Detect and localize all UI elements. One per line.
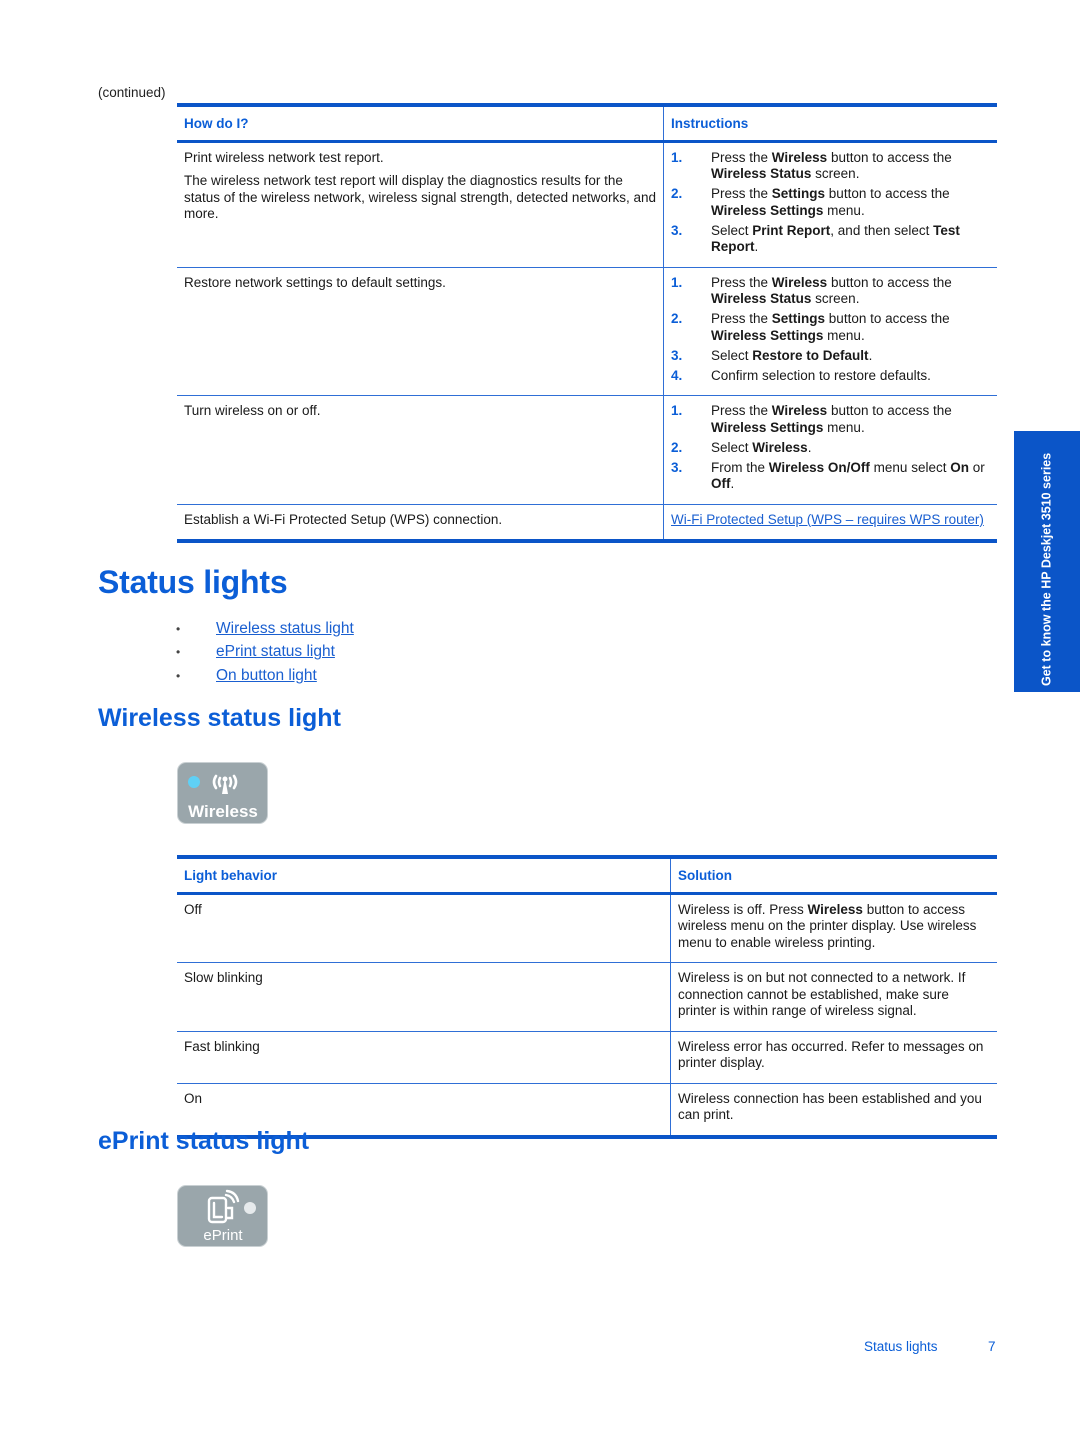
- step-text: Select Restore to Default.: [711, 347, 873, 363]
- howto-row: Print wireless network test report. The w…: [177, 141, 997, 268]
- howto-row: Establish a Wi-Fi Protected Setup (WPS) …: [177, 504, 997, 543]
- instruction-steps: 1. Press the Wireless button to access th…: [671, 275, 990, 385]
- step-number: 2.: [671, 186, 683, 201]
- step-number: 3.: [671, 347, 683, 363]
- light-behavior-cell: Fast blinking: [177, 1031, 671, 1084]
- solution-cell: Wireless error has occurred. Refer to me…: [670, 1031, 997, 1084]
- bullet: •: [176, 645, 181, 660]
- eprint-phone-icon: [207, 1189, 240, 1224]
- instruction-step: 1. Press the Wireless button to access th…: [671, 150, 990, 183]
- footer-page-number: 7: [988, 1339, 996, 1354]
- instruction-step: 1. Press the Wireless button to access th…: [671, 403, 990, 436]
- chapter-side-tab: Get to know the HP Deskjet 3510 series: [1014, 431, 1080, 692]
- step-text: Select Wireless.: [711, 439, 812, 455]
- wireless-indicator-light: [188, 776, 200, 788]
- light-behavior-cell: Off: [177, 893, 671, 963]
- howto-task-cell: Turn wireless on or off.: [177, 395, 664, 505]
- step-text: Press the Wireless button to access the …: [711, 403, 952, 435]
- bullet: •: [176, 621, 181, 636]
- step-text: Press the Wireless button to access the …: [711, 274, 952, 307]
- step-text: Press the Settings button to access the …: [711, 311, 950, 343]
- howto-task-cell: Establish a Wi-Fi Protected Setup (WPS) …: [177, 504, 664, 543]
- howto-instructions-cell: 1. Press the Wireless button to access th…: [663, 395, 997, 505]
- howto-task-cell: Restore network settings to default sett…: [177, 267, 664, 396]
- step-text: Press the Settings button to access the …: [711, 186, 950, 218]
- step-number: 1.: [671, 274, 683, 290]
- light-behavior-row: Fast blinking Wireless error has occurred…: [177, 1031, 997, 1084]
- task-title: Establish a Wi-Fi Protected Setup (WPS) …: [184, 511, 503, 527]
- status-lights-toc: • Wireless status light • ePrint status li…: [176, 617, 354, 688]
- header-light-behavior: Light behavior: [177, 855, 671, 895]
- instruction-steps: 1. Press the Wireless button to access th…: [671, 150, 990, 256]
- step-text: From the Wireless On/Off menu select On …: [711, 459, 985, 492]
- solution-cell: Wireless is off. Press Wireless button t…: [670, 893, 997, 963]
- step-number: 4.: [671, 367, 683, 383]
- toc-link-eprint[interactable]: ePrint status light: [216, 643, 335, 661]
- light-behavior-row: Off Wireless is off. Press Wireless butto…: [177, 893, 997, 963]
- step-number: 3.: [671, 222, 683, 238]
- wireless-light-table: Light behavior Solution Off Wireless is o…: [177, 855, 997, 1139]
- step-number: 2.: [671, 311, 683, 326]
- instruction-step: 3. From the Wireless On/Off menu select O…: [671, 460, 990, 493]
- instruction-step: 4. Confirm selection to restore defaults.: [671, 368, 990, 385]
- howto-row: Turn wireless on or off. 1. Press the Wire…: [177, 395, 997, 505]
- continued-label: (continued): [98, 85, 166, 100]
- step-number: 2.: [671, 439, 683, 455]
- eprint-indicator-light: [244, 1202, 256, 1214]
- toc-item: • On button light: [176, 664, 354, 688]
- footer-section-name: Status lights: [864, 1339, 938, 1354]
- light-behavior-row: Slow blinking Wireless is on but not conn…: [177, 962, 997, 1032]
- task-title: Print wireless network test report.: [184, 149, 384, 165]
- toc-link-on-button[interactable]: On button light: [216, 667, 317, 685]
- bullet: •: [176, 668, 181, 683]
- toc-item: • ePrint status light: [176, 641, 354, 665]
- step-text: Select Print Report, and then select Tes…: [711, 222, 960, 255]
- wireless-button-icon: Wireless: [177, 762, 268, 824]
- instruction-step: 1. Press the Wireless button to access th…: [671, 275, 990, 308]
- howto-row: Restore network settings to default sett…: [177, 267, 997, 396]
- step-text: Press the Wireless button to access the …: [711, 149, 952, 182]
- step-number: 1.: [671, 403, 683, 418]
- task-description: The wireless network test report will di…: [184, 173, 656, 221]
- wps-setup-link[interactable]: Wi-Fi Protected Setup (WPS – requires WP…: [671, 512, 984, 527]
- page-title: Status lights: [98, 564, 288, 600]
- chapter-side-tab-label: Get to know the HP Deskjet 3510 series: [1039, 452, 1054, 686]
- instruction-step: 3. Select Restore to Default.: [671, 348, 990, 365]
- howto-instructions-cell: 1. Press the Wireless button to access th…: [663, 267, 997, 396]
- eprint-status-heading: ePrint status light: [98, 1127, 310, 1155]
- howto-task-cell: Print wireless network test report. The w…: [177, 141, 664, 268]
- task-title: Turn wireless on or off.: [184, 403, 321, 418]
- howto-instructions-cell: Wi-Fi Protected Setup (WPS – requires WP…: [663, 504, 997, 543]
- step-number: 1.: [671, 149, 683, 165]
- step-number: 3.: [671, 459, 683, 475]
- toc-item: • Wireless status light: [176, 617, 354, 641]
- step-text: Confirm selection to restore defaults.: [711, 367, 931, 383]
- instruction-step: 2. Press the Settings button to access th…: [671, 311, 990, 344]
- howto-table: How do I? Instructions Print wireless ne…: [177, 103, 997, 543]
- task-title: Restore network settings to default sett…: [184, 274, 446, 290]
- eprint-button-icon: ePrint: [177, 1185, 268, 1247]
- header-instructions: Instructions: [663, 103, 997, 143]
- header-solution: Solution: [670, 855, 997, 895]
- instruction-step: 2. Select Wireless.: [671, 440, 990, 457]
- wireless-status-heading: Wireless status light: [98, 704, 341, 732]
- instruction-steps: 1. Press the Wireless button to access th…: [671, 403, 990, 493]
- header-how-do-i: How do I?: [177, 103, 664, 143]
- instruction-step: 2. Press the Settings button to access th…: [671, 186, 990, 219]
- eprint-icon-label: ePrint: [203, 1227, 243, 1244]
- solution-cell: Wireless connection has been established…: [670, 1083, 997, 1139]
- instruction-step: 3. Select Print Report, and then select T…: [671, 223, 990, 256]
- solution-cell: Wireless is on but not connected to a ne…: [670, 962, 997, 1032]
- howto-instructions-cell: 1. Press the Wireless button to access th…: [663, 141, 997, 268]
- toc-link-wireless[interactable]: Wireless status light: [216, 620, 354, 638]
- wireless-icon-label: Wireless: [188, 802, 258, 821]
- light-behavior-cell: Slow blinking: [177, 962, 671, 1032]
